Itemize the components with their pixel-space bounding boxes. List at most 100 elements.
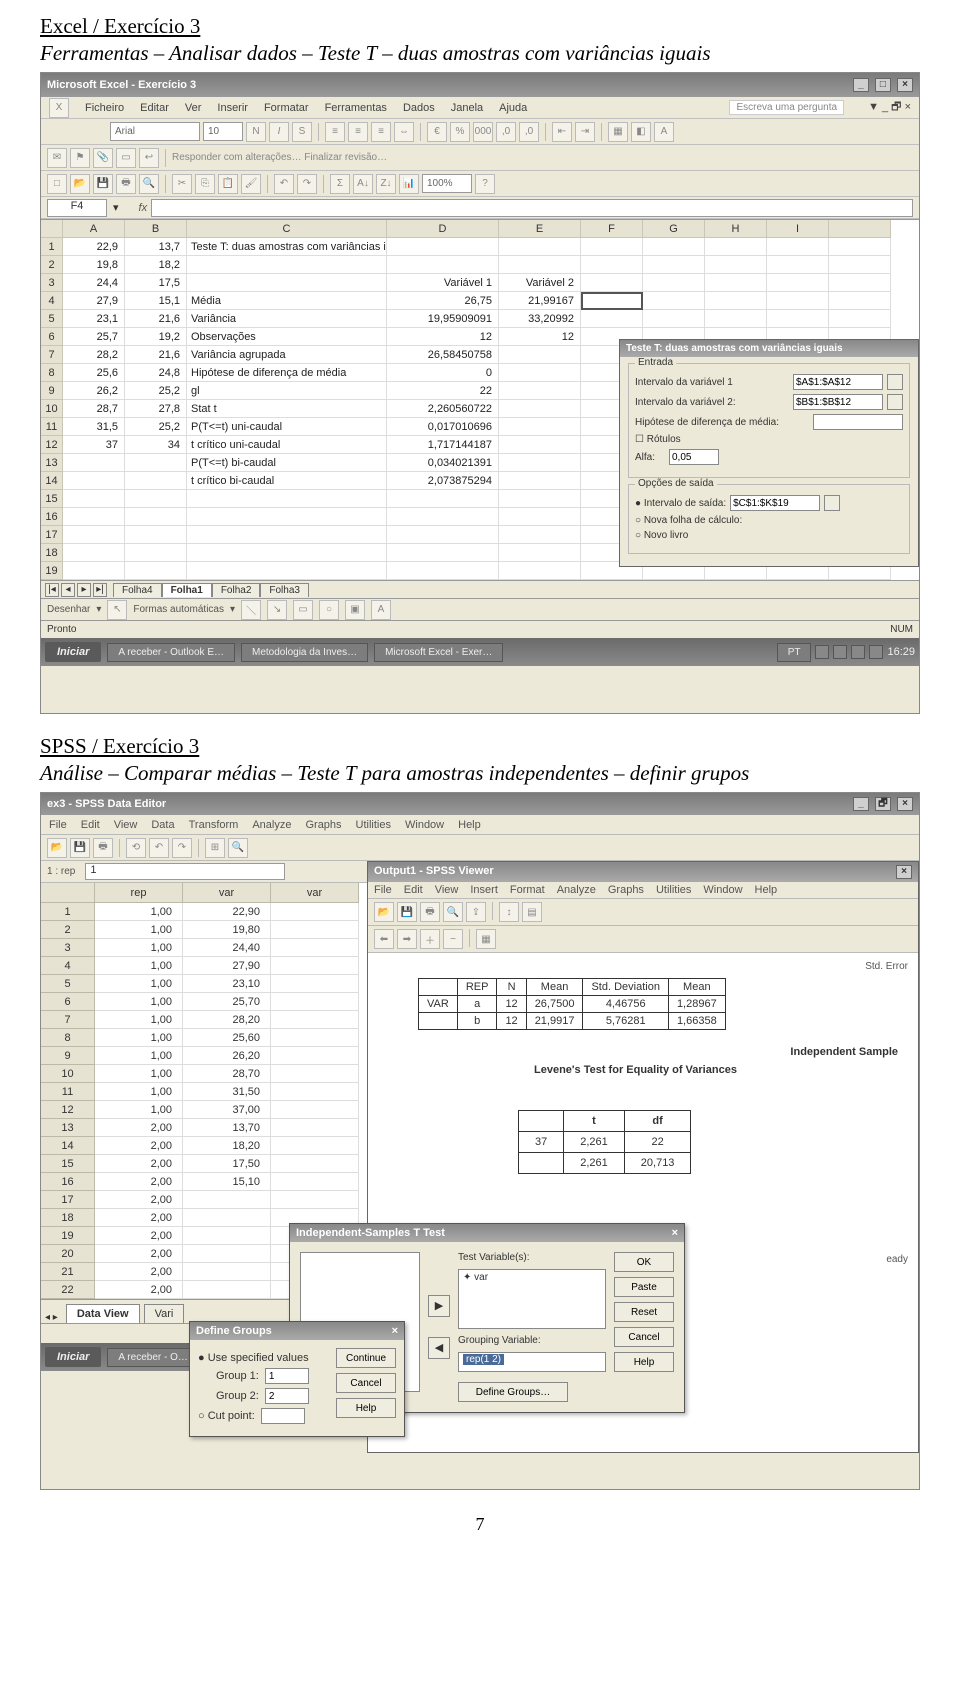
sheet-tab-folha4[interactable]: Folha4 (113, 583, 162, 597)
menu-edit[interactable]: Edit (81, 819, 100, 831)
align-center-icon[interactable]: ≡ (348, 122, 368, 142)
italic-icon[interactable]: I (269, 122, 289, 142)
excel-menubar[interactable]: X Ficheiro Editar Ver Inserir Formatar F… (41, 97, 919, 119)
group2-input[interactable] (265, 1388, 309, 1404)
merge-icon[interactable]: ⇔ (394, 122, 414, 142)
inc-decimal-icon[interactable]: ,0 (496, 122, 516, 142)
review-toolbar[interactable]: ✉ ⚑ 📎 ▭ ↩ Responder com alterações… Fina… (41, 145, 919, 171)
output-menubar[interactable]: File Edit View Insert Format Analyze Gra… (368, 882, 918, 899)
new-book-radio[interactable]: Novo livro (635, 530, 688, 541)
name-box[interactable]: F4 (47, 199, 107, 217)
fx-icon[interactable]: fx (139, 202, 148, 214)
output-range-radio[interactable]: Intervalo de saída: (635, 498, 726, 509)
export-icon[interactable]: ⇪ (466, 902, 486, 922)
arrow-icon[interactable]: ↘ (267, 600, 287, 620)
sheet-tab-folha1[interactable]: Folha1 (162, 583, 212, 597)
paste-button[interactable]: Paste (614, 1277, 674, 1297)
range-picker-icon[interactable] (887, 374, 903, 390)
close-icon[interactable]: × (392, 1325, 398, 1337)
wordart-icon[interactable]: A (371, 600, 391, 620)
window-controls[interactable]: _ □ × (850, 78, 913, 92)
close-icon[interactable]: × (672, 1227, 678, 1239)
continue-button[interactable]: Continue (336, 1348, 396, 1368)
font-size-select[interactable]: 10 (203, 122, 243, 141)
define-groups-button[interactable]: Define Groups… (458, 1382, 568, 1402)
format-painter-icon[interactable]: 🖌 (241, 174, 261, 194)
close-icon[interactable]: × (897, 78, 913, 92)
indent-left-icon[interactable]: ⇤ (552, 122, 572, 142)
spss-menubar[interactable]: File Edit View Data Transform Analyze Gr… (41, 815, 919, 835)
book-icon[interactable]: ▭ (116, 148, 136, 168)
output-toolbar[interactable]: 📂 💾 🖶 🔍 ⇪ ↕ ▤ (368, 899, 918, 926)
menu-view[interactable]: View (435, 884, 459, 896)
use-specified-radio[interactable]: Use specified values (198, 1352, 309, 1364)
minimize-icon[interactable]: _ (853, 797, 869, 811)
undo-icon[interactable]: ↶ (274, 174, 294, 194)
sheet-tab-folha2[interactable]: Folha2 (212, 583, 261, 597)
font-color-icon[interactable]: A (654, 122, 674, 142)
menu-view[interactable]: Ver (185, 102, 202, 114)
help-button[interactable]: Help (336, 1398, 396, 1418)
redo-icon[interactable]: ↷ (172, 838, 192, 858)
oval-icon[interactable]: ○ (319, 600, 339, 620)
group1-input[interactable] (265, 1368, 309, 1384)
formula-bar[interactable] (151, 199, 913, 217)
window-controls[interactable]: _ 🗗 × (850, 797, 913, 811)
maximize-icon[interactable]: □ (875, 78, 891, 92)
cancel-button[interactable]: Cancel (336, 1373, 396, 1393)
goto-icon[interactable]: ⊞ (205, 838, 225, 858)
align-left-icon[interactable]: ≡ (325, 122, 345, 142)
sort-asc-icon[interactable]: A↓ (353, 174, 373, 194)
plus-icon[interactable]: ＋ (420, 929, 440, 949)
textbox-icon[interactable]: ▣ (345, 600, 365, 620)
flag-icon[interactable]: ⚑ (70, 148, 90, 168)
range-picker-icon[interactable] (887, 394, 903, 410)
menu-format[interactable]: Format (510, 884, 545, 896)
cut-point-input[interactable] (261, 1408, 305, 1424)
menu-help[interactable]: Help (458, 819, 481, 831)
print-icon[interactable]: 🖶 (93, 838, 113, 858)
new-sheet-radio[interactable]: Nova folha de cálculo: (635, 515, 742, 526)
current-cell-value[interactable]: 1 (85, 863, 285, 880)
menu-help[interactable]: Ajuda (499, 102, 527, 114)
prev-sheet-icon[interactable]: ◂ (61, 583, 75, 597)
attach-icon[interactable]: 📎 (93, 148, 113, 168)
chart-icon[interactable]: 📊 (399, 174, 419, 194)
lang-indicator[interactable]: PT (777, 643, 812, 662)
align-right-icon[interactable]: ≡ (371, 122, 391, 142)
menu-insert[interactable]: Insert (470, 884, 498, 896)
open-icon[interactable]: 📂 (70, 174, 90, 194)
menu-format[interactable]: Formatar (264, 102, 309, 114)
standard-toolbar[interactable]: □ 📂 💾 🖶 🔍 ✂ ⎘ 📋 🖌 ↶ ↷ Σ A↓ Z↓ 📊 100% ? (41, 171, 919, 197)
menu-graphs[interactable]: Graphs (608, 884, 644, 896)
alfa-input[interactable] (669, 449, 719, 465)
output-range-input[interactable] (730, 495, 820, 511)
bold-icon[interactable]: N (246, 122, 266, 142)
menu-utilities[interactable]: Utilities (356, 819, 391, 831)
variable-view-tab[interactable]: Vari (144, 1304, 185, 1323)
taskbar-item-outlook[interactable]: A receber - Outlook E… (107, 643, 235, 662)
help-button[interactable]: Help (614, 1352, 674, 1372)
autosum-icon[interactable]: Σ (330, 174, 350, 194)
ok-button[interactable]: OK (614, 1252, 674, 1272)
formatting-toolbar[interactable]: Arial 10 N I S ≡ ≡ ≡ ⇔ € % 000 ,0 ,0 ⇤ ⇥… (41, 119, 919, 145)
test-variables-box[interactable]: ✦ var (458, 1269, 606, 1329)
reply-icon[interactable]: ↩ (139, 148, 159, 168)
taskbar-item-excel[interactable]: Microsoft Excel - Exer… (374, 643, 503, 662)
help-icon[interactable]: ? (475, 174, 495, 194)
taskbar-item-word[interactable]: Metodologia da Inves… (241, 643, 368, 662)
data-view-tab[interactable]: Data View (66, 1304, 140, 1323)
sheet-tabs[interactable]: |◂ ◂ ▸ ▸| Folha4 Folha1 Folha2 Folha3 (41, 580, 919, 598)
menu-graphs[interactable]: Graphs (305, 819, 341, 831)
menu-insert[interactable]: Inserir (217, 102, 248, 114)
menu-analyze[interactable]: Analyze (252, 819, 291, 831)
menu-utilities[interactable]: Utilities (656, 884, 691, 896)
maximize-icon[interactable]: 🗗 (875, 797, 891, 811)
pivot-icon[interactable]: ▦ (476, 929, 496, 949)
var1-input[interactable] (793, 374, 883, 390)
autoshapes-menu[interactable]: Formas automáticas (133, 604, 224, 615)
sort-desc-icon[interactable]: Z↓ (376, 174, 396, 194)
start-button[interactable]: Iniciar (45, 642, 101, 662)
menu-file[interactable]: File (374, 884, 392, 896)
menu-edit[interactable]: Edit (404, 884, 423, 896)
